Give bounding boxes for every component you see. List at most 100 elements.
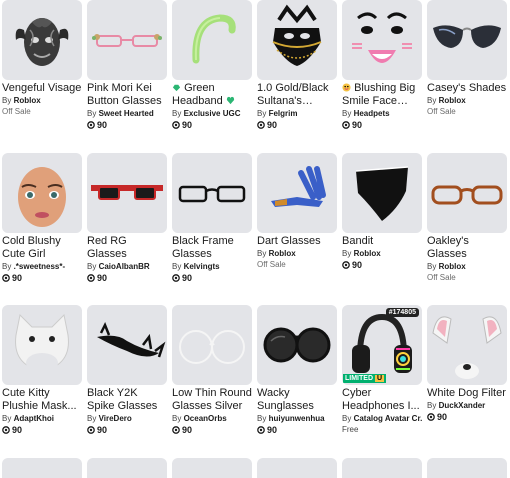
- item-card[interactable]: Dart Glasses By Roblox Off Sale: [257, 153, 337, 271]
- creator-name[interactable]: CaioAlbanBR: [99, 262, 150, 271]
- item-thumbnail-partial[interactable]: [87, 458, 167, 478]
- item-thumbnail[interactable]: [257, 305, 337, 385]
- item-name[interactable]: Casey's Shades: [427, 82, 507, 95]
- item-card[interactable]: Casey's Shades By Roblox Off Sale: [427, 0, 507, 118]
- item-creator[interactable]: By Headpets: [342, 108, 422, 119]
- item-thumbnail[interactable]: [172, 153, 252, 233]
- creator-name[interactable]: huiyunwenhua: [269, 414, 325, 423]
- item-thumbnail[interactable]: [87, 0, 167, 80]
- creator-name[interactable]: Exclusive UGC: [184, 109, 241, 118]
- creator-name[interactable]: Headpets: [354, 109, 390, 118]
- item-name[interactable]: Wacky Sunglasses: [257, 387, 337, 413]
- item-price: Free: [342, 425, 359, 434]
- item-thumbnail[interactable]: [427, 305, 507, 385]
- item-price: 90: [2, 272, 82, 284]
- item-card[interactable]: Black Frame Glasses By Kelvingts 90: [172, 153, 252, 284]
- item-name[interactable]: Vengeful Visage: [2, 82, 82, 95]
- item-card[interactable]: Vengeful Visage By Roblox Off Sale: [2, 0, 82, 118]
- item-card[interactable]: Bandit By Roblox 90: [342, 153, 422, 271]
- item-card[interactable]: Low Thin Round Glasses Silver By OceanOr…: [172, 305, 252, 436]
- creator-name[interactable]: VireDero: [99, 414, 132, 423]
- item-creator[interactable]: By Roblox: [257, 248, 337, 259]
- item-creator[interactable]: By DuckXander: [427, 400, 507, 411]
- item-creator[interactable]: By Exclusive UGC: [172, 108, 252, 119]
- item-card[interactable]: Green Headband By Exclusive UGC 90: [172, 0, 252, 131]
- creator-name[interactable]: Roblox: [269, 249, 296, 258]
- item-thumbnail[interactable]: [257, 0, 337, 80]
- item-card[interactable]: Black Y2K Spike Glasses By VireDero 90: [87, 305, 167, 436]
- item-thumbnail[interactable]: [257, 153, 337, 233]
- robux-icon: [87, 121, 95, 129]
- item-thumbnail[interactable]: [427, 153, 507, 233]
- item-card[interactable]: Cute Kitty Plushie Mask... By AdaptKhoi …: [2, 305, 82, 436]
- item-creator[interactable]: By Sweet Hearted: [87, 108, 167, 119]
- item-creator[interactable]: By Kelvingts: [172, 261, 252, 272]
- item-creator[interactable]: By huiyunwenhua: [257, 413, 337, 424]
- item-name[interactable]: Cyber Headphones I...: [342, 387, 422, 413]
- creator-name[interactable]: Roblox: [354, 249, 381, 258]
- item-card[interactable]: 1.0 Gold/Black Sultana's Royal... By Fel…: [257, 0, 337, 131]
- item-card[interactable]: Pink Mori Kei Button Glasses By Sweet He…: [87, 0, 167, 131]
- item-name[interactable]: Black Y2K Spike Glasses: [87, 387, 167, 413]
- item-thumbnail[interactable]: [427, 0, 507, 80]
- item-creator[interactable]: By .*sweetness*-: [2, 261, 82, 272]
- item-thumbnail[interactable]: [172, 305, 252, 385]
- item-creator[interactable]: By Roblox: [427, 95, 507, 106]
- item-thumbnail[interactable]: [2, 153, 82, 233]
- creator-name[interactable]: Sweet Hearted: [99, 109, 154, 118]
- item-thumbnail[interactable]: [172, 0, 252, 80]
- creator-name[interactable]: Roblox: [14, 96, 41, 105]
- item-creator[interactable]: By Roblox: [2, 95, 82, 106]
- creator-name[interactable]: Felgrim: [269, 109, 298, 118]
- item-card[interactable]: Wacky Sunglasses By huiyunwenhua 90: [257, 305, 337, 436]
- item-creator[interactable]: By Roblox: [342, 248, 422, 259]
- item-name[interactable]: Black Frame Glasses: [172, 235, 252, 261]
- item-thumbnail[interactable]: [342, 0, 422, 80]
- creator-name[interactable]: Kelvingts: [184, 262, 220, 271]
- item-card[interactable]: #174805 LIMITED U Cyber Headphones I... B…: [342, 305, 422, 436]
- item-thumbnail-partial[interactable]: [172, 458, 252, 478]
- item-creator[interactable]: By Catalog Avatar Cr...: [342, 413, 422, 424]
- item-creator[interactable]: By AdaptKhoi: [2, 413, 82, 424]
- item-creator[interactable]: By Felgrim: [257, 108, 337, 119]
- creator-name[interactable]: Roblox: [439, 262, 466, 271]
- item-card[interactable]: Red RG Glasses By CaioAlbanBR 90: [87, 153, 167, 284]
- item-creator[interactable]: By CaioAlbanBR: [87, 261, 167, 272]
- item-thumbnail[interactable]: [87, 153, 167, 233]
- item-creator[interactable]: By VireDero: [87, 413, 167, 424]
- item-creator[interactable]: By Roblox: [427, 261, 507, 272]
- creator-name[interactable]: Catalog Avatar Cr...: [354, 414, 422, 423]
- item-thumbnail[interactable]: [2, 0, 82, 80]
- creator-name[interactable]: AdaptKhoi: [14, 414, 54, 423]
- item-card[interactable]: Oakley's Glasses By Roblox Off Sale: [427, 153, 507, 284]
- item-name[interactable]: Pink Mori Kei Button Glasses: [87, 82, 167, 108]
- item-name[interactable]: Oakley's Glasses: [427, 235, 507, 261]
- item-thumbnail[interactable]: [2, 305, 82, 385]
- item-price: Off Sale: [427, 273, 456, 282]
- item-name[interactable]: Green Headband: [172, 82, 252, 108]
- item-thumbnail-partial[interactable]: [427, 458, 507, 478]
- item-card[interactable]: Blushing Big Smile Face (3D... By Headpe…: [342, 0, 422, 131]
- item-name[interactable]: 1.0 Gold/Black Sultana's Royal...: [257, 82, 337, 108]
- item-name[interactable]: Bandit: [342, 235, 422, 248]
- item-creator[interactable]: By OceanOrbs: [172, 413, 252, 424]
- creator-name[interactable]: .*sweetness*-: [14, 262, 66, 271]
- item-name[interactable]: Red RG Glasses: [87, 235, 167, 261]
- item-thumbnail-partial[interactable]: [342, 458, 422, 478]
- item-thumbnail[interactable]: #174805 LIMITED U: [342, 305, 422, 385]
- creator-name[interactable]: OceanOrbs: [184, 414, 227, 423]
- item-name[interactable]: Cold Blushy Cute Girl: [2, 235, 82, 261]
- item-name[interactable]: Dart Glasses: [257, 235, 337, 248]
- item-name[interactable]: White Dog Filter: [427, 387, 507, 400]
- item-name[interactable]: Low Thin Round Glasses Silver: [172, 387, 252, 413]
- creator-name[interactable]: DuckXander: [439, 401, 486, 410]
- item-thumbnail[interactable]: [87, 305, 167, 385]
- item-name[interactable]: Blushing Big Smile Face (3D...: [342, 82, 422, 108]
- item-card[interactable]: Cold Blushy Cute Girl By .*sweetness*- 9…: [2, 153, 82, 284]
- item-card[interactable]: White Dog Filter By DuckXander 90: [427, 305, 507, 423]
- item-thumbnail-partial[interactable]: [2, 458, 82, 478]
- item-name[interactable]: Cute Kitty Plushie Mask...: [2, 387, 82, 413]
- item-thumbnail[interactable]: [342, 153, 422, 233]
- item-thumbnail-partial[interactable]: [257, 458, 337, 478]
- creator-name[interactable]: Roblox: [439, 96, 466, 105]
